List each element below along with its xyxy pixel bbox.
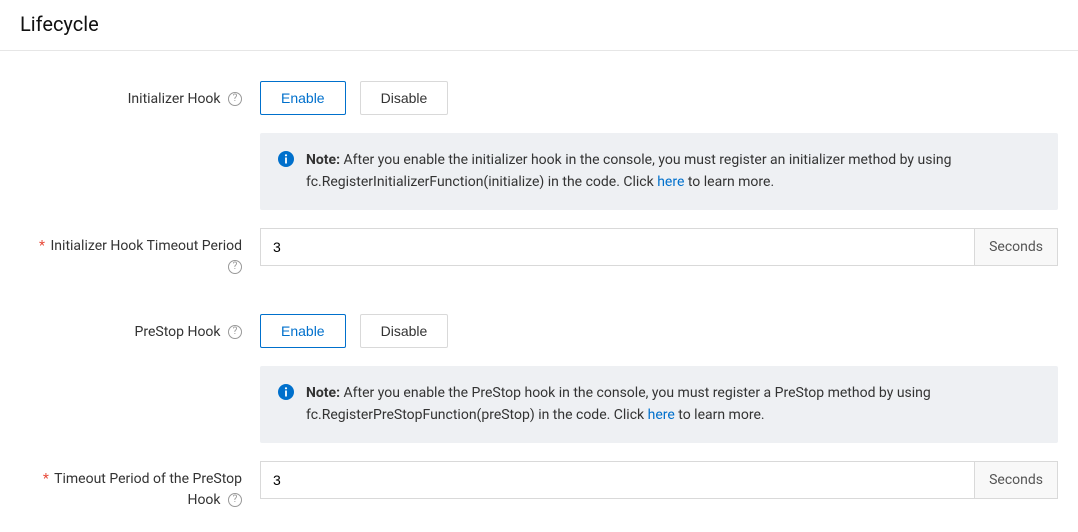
row-initializer-hook: Initializer Hook ? Enable Disable [20, 81, 1058, 115]
label-text: Initializer Hook [128, 91, 221, 107]
initializer-toggle: Enable Disable [260, 81, 1058, 115]
section-divider [0, 50, 1078, 51]
label-prestop-timeout: * Timeout Period of the PreStop Hook ? [20, 461, 260, 511]
row-prestop-timeout: * Timeout Period of the PreStop Hook ? S… [20, 461, 1058, 511]
initializer-note: Note: After you enable the initializer h… [260, 133, 1058, 210]
note-before: After you enable the PreStop hook in the… [306, 385, 931, 423]
initializer-timeout-input[interactable] [260, 228, 974, 266]
row-initializer-note: Note: After you enable the initializer h… [20, 133, 1058, 210]
info-icon [278, 384, 294, 400]
unit-seconds: Seconds [974, 228, 1058, 266]
initializer-timeout-field: Seconds [260, 228, 1058, 266]
prestop-disable-button[interactable]: Disable [360, 314, 449, 348]
label-prestop-hook: PreStop Hook ? [20, 314, 260, 343]
note-label: Note: [306, 152, 340, 168]
prestop-toggle: Enable Disable [260, 314, 1058, 348]
prestop-timeout-field: Seconds [260, 461, 1058, 499]
help-icon[interactable]: ? [228, 493, 242, 507]
label-initializer-hook: Initializer Hook ? [20, 81, 260, 110]
initializer-learn-more-link[interactable]: here [657, 174, 684, 190]
label-text: Initializer Hook Timeout Period [51, 238, 243, 254]
row-prestop-hook: PreStop Hook ? Enable Disable [20, 314, 1058, 348]
required-asterisk: * [43, 471, 49, 487]
note-before: After you enable the initializer hook in… [306, 152, 951, 190]
note-label: Note: [306, 385, 340, 401]
info-icon [278, 151, 294, 167]
prestop-learn-more-link[interactable]: here [648, 407, 675, 423]
prestop-timeout-input[interactable] [260, 461, 974, 499]
help-icon[interactable]: ? [228, 325, 242, 339]
help-icon[interactable]: ? [228, 260, 242, 274]
prestop-enable-button[interactable]: Enable [260, 314, 346, 348]
note-text: Note: After you enable the PreStop hook … [306, 382, 1040, 427]
unit-seconds: Seconds [974, 461, 1058, 499]
note-text: Note: After you enable the initializer h… [306, 149, 1040, 194]
page-title: Lifecycle [20, 12, 1058, 36]
prestop-note: Note: After you enable the PreStop hook … [260, 366, 1058, 443]
label-text: PreStop Hook [135, 324, 221, 340]
row-initializer-timeout: * Initializer Hook Timeout Period ? Seco… [20, 228, 1058, 278]
help-icon[interactable]: ? [228, 92, 242, 106]
initializer-enable-button[interactable]: Enable [260, 81, 346, 115]
label-text: Timeout Period of the PreStop Hook [54, 471, 242, 508]
note-after: to learn more. [675, 407, 765, 423]
note-after: to learn more. [684, 174, 774, 190]
initializer-disable-button[interactable]: Disable [360, 81, 449, 115]
row-prestop-note: Note: After you enable the PreStop hook … [20, 366, 1058, 443]
required-asterisk: * [39, 238, 45, 254]
label-initializer-timeout: * Initializer Hook Timeout Period ? [20, 228, 260, 278]
